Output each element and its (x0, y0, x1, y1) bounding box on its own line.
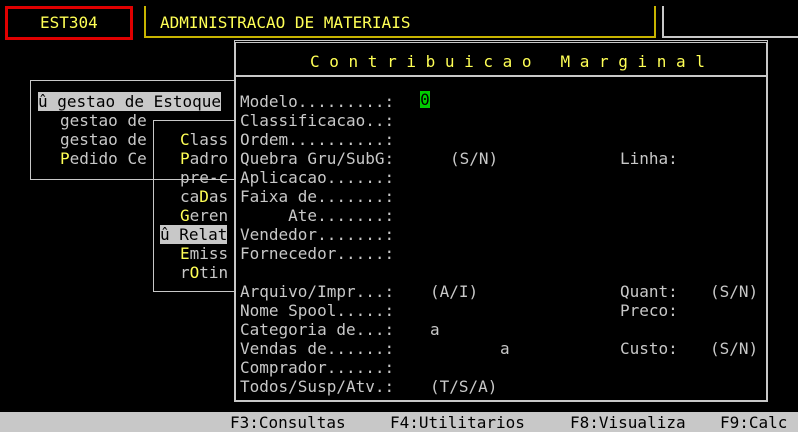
categoria-separator: a (430, 320, 440, 339)
f8-visualiza-key[interactable]: F8:Visualiza (570, 413, 686, 432)
label-aplicacao: Aplicacao......: (240, 168, 395, 187)
label-arquivo: Arquivo/Impr...: (240, 282, 395, 301)
label-custo: Custo: (620, 339, 678, 358)
selected-marker: û (38, 92, 48, 111)
label-vendas: Vendas de......: (240, 339, 395, 358)
submenu-item-class[interactable]: Class (180, 130, 228, 149)
custo-hint: (S/N) (710, 339, 759, 358)
right-frame (662, 6, 798, 38)
todos-hint: (T/S/A) (430, 377, 498, 396)
quant-hint: (S/N) (710, 282, 759, 301)
menu-item-gestao-estoque[interactable]: û gestao de Estoque (38, 92, 222, 111)
label-ordem: Ordem..........: (240, 130, 395, 149)
arquivo-hint: (A/I) (430, 282, 479, 301)
label-fornecedor: Fornecedor.....: (240, 244, 395, 263)
f9-calc-key[interactable]: F9:Calc (720, 413, 787, 432)
label-nome-spool: Nome Spool.....: (240, 301, 395, 320)
label-classificacao: Classificacao..: (240, 111, 395, 130)
label-quant: Quant: (620, 282, 678, 301)
submenu-item-emiss[interactable]: Emiss (180, 244, 228, 263)
dialog-title: C o n t r i b u i c a o M a r g i n a l (310, 52, 705, 71)
menu-item-gestao-2[interactable]: gestao de (60, 111, 147, 130)
vendas-separator: a (500, 339, 510, 358)
menu-item-label: gestao de Estoque (57, 92, 222, 111)
dialog-title-separator (236, 75, 766, 77)
f3-consultas-key[interactable]: F3:Consultas (230, 413, 346, 432)
label-quebra: Quebra Gru/SubG: (240, 149, 395, 168)
label-todos: Todos/Susp/Atv.: (240, 377, 395, 396)
submenu-item-rotin[interactable]: rOtin (180, 263, 228, 282)
modelo-input-cursor[interactable]: 0 (420, 91, 430, 108)
system-title: ADMINISTRACAO DE MATERIAIS (160, 13, 411, 32)
submenu-item-padro[interactable]: Padro (180, 149, 228, 168)
f4-utilitarios-key[interactable]: F4:Utilitarios (390, 413, 525, 432)
submenu-item-pre-c[interactable]: pre-c (180, 168, 228, 187)
label-preco: Preco: (620, 301, 678, 320)
submenu-item-cadas[interactable]: caDas (180, 187, 228, 206)
submenu-item-geren[interactable]: Geren (180, 206, 228, 225)
quebra-hint: (S/N) (450, 149, 499, 168)
submenu-item-relat[interactable]: û Relat (160, 225, 228, 244)
label-comprador: Comprador......: (240, 358, 395, 377)
program-code: EST304 (40, 13, 98, 32)
label-faixa: Faixa de.......: (240, 187, 395, 206)
label-linha: Linha: (620, 149, 678, 168)
label-ate: Ate.......: (240, 206, 395, 225)
label-vendedor: Vendedor.......: (240, 225, 395, 244)
menu-item-pedido[interactable]: Pedido Ce (60, 149, 147, 168)
label-modelo: Modelo.........: (240, 92, 395, 111)
menu-item-gestao-3[interactable]: gestao de (60, 130, 147, 149)
label-categoria: Categoria de...: (240, 320, 395, 339)
